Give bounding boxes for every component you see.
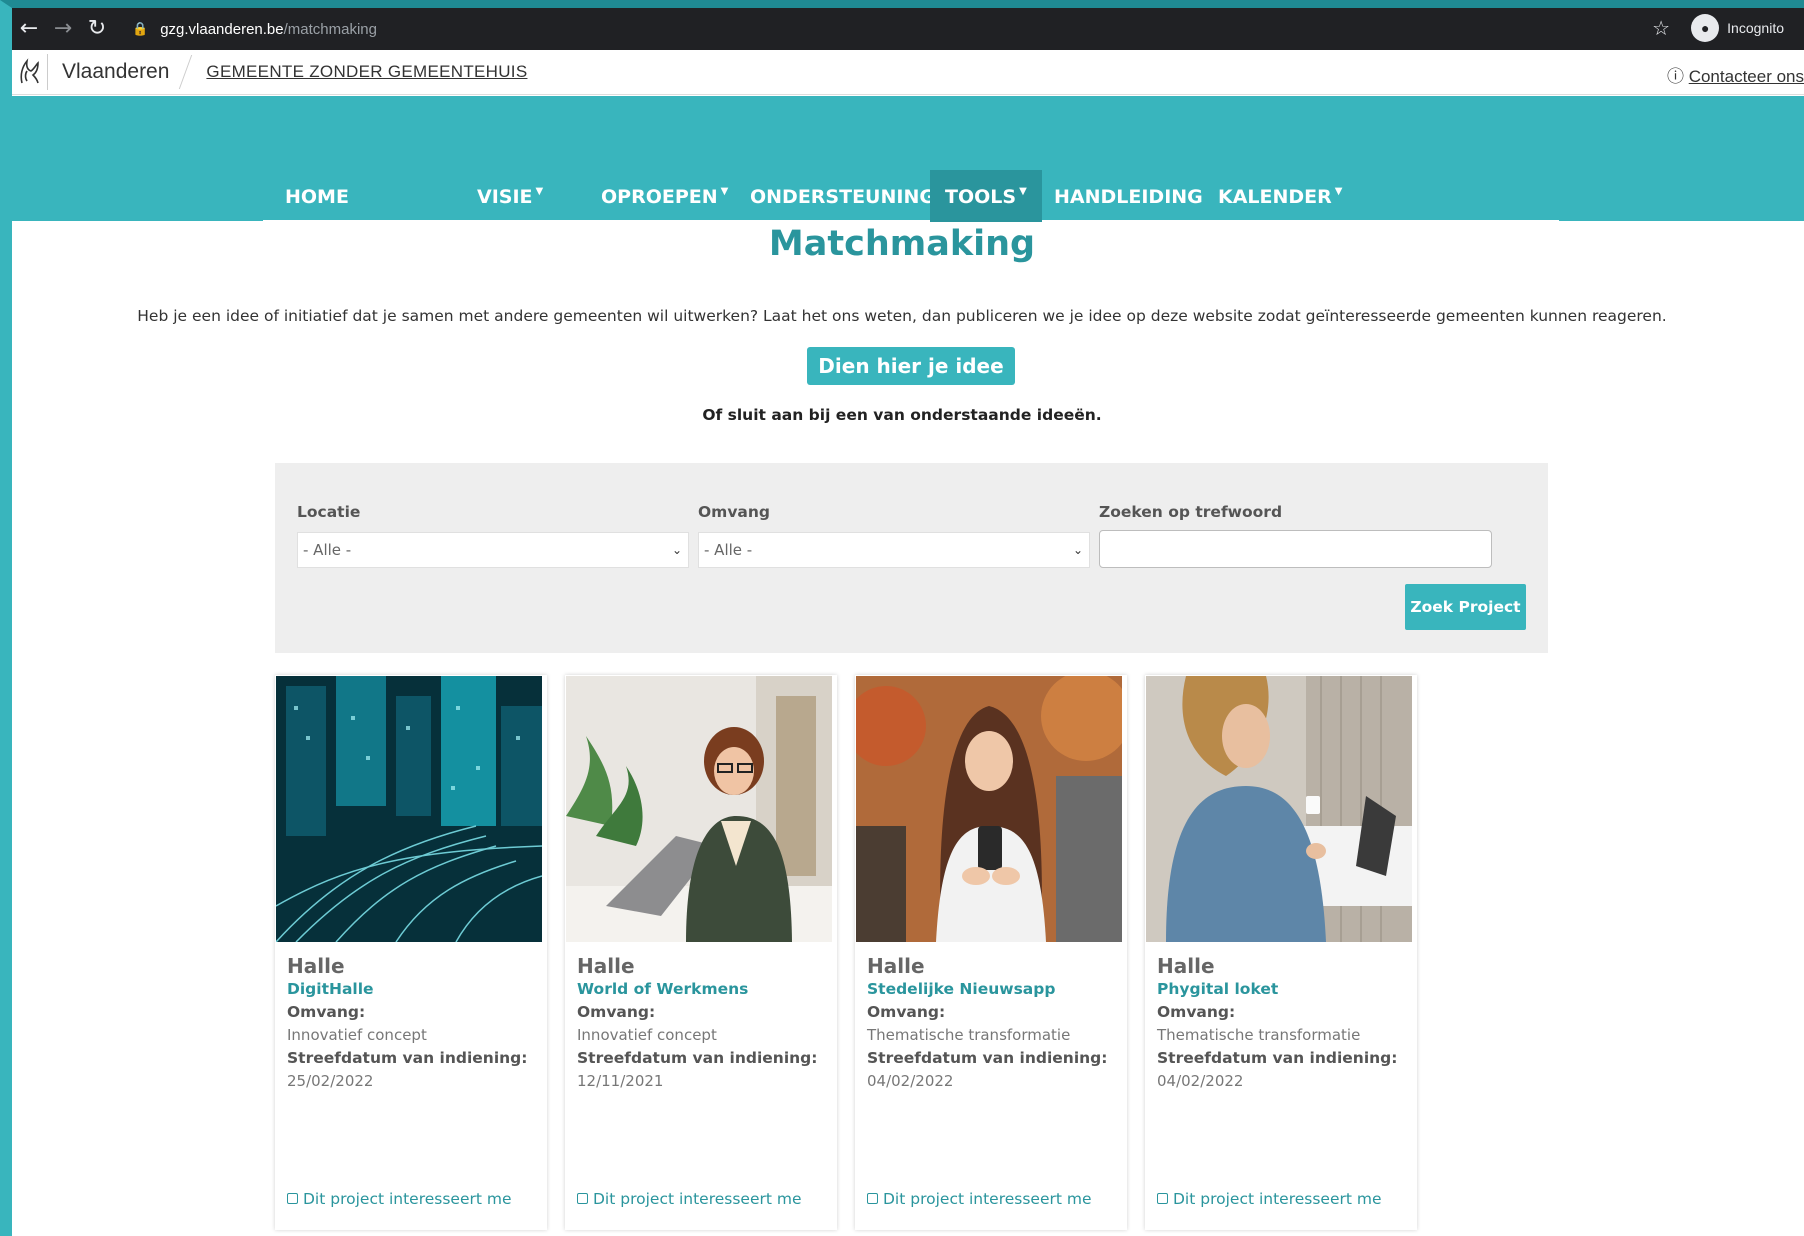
interest-label: Dit project interesseert me (593, 1190, 802, 1208)
checkbox-icon (577, 1193, 588, 1204)
nav-label: KALENDER (1218, 186, 1332, 208)
omvang-label: Omvang (698, 503, 771, 521)
caret-down-icon: ▼ (720, 186, 729, 197)
filter-panel: Locatie - Alle - ⌄ Omvang - Alle - ⌄ Zoe… (275, 463, 1548, 653)
checkbox-icon (287, 1193, 298, 1204)
caret-down-icon: ▼ (1334, 186, 1343, 197)
nav-item-handleiding[interactable]: HANDLEIDING (1039, 170, 1218, 222)
incognito-indicator[interactable]: ● Incognito (1691, 14, 1784, 42)
card-omvang-label: Omvang: (1157, 1003, 1236, 1021)
card-omvang-value: Thematische transformatie (1157, 1026, 1361, 1044)
card-omvang-value: Innovatief concept (287, 1026, 427, 1044)
nav-label: ONDERSTEUNING (750, 186, 935, 208)
nav-item-home[interactable]: HOME (270, 170, 364, 222)
card-project-link[interactable]: Stedelijke Nieuwsapp (867, 980, 1117, 998)
brand-name[interactable]: Vlaanderen (62, 60, 169, 84)
interest-label: Dit project interesseert me (1173, 1190, 1382, 1208)
interest-label: Dit project interesseert me (303, 1190, 512, 1208)
nav-item-tools[interactable]: TOOLS ▼ (930, 170, 1042, 222)
contact-label: Contacteer ons (1688, 67, 1804, 86)
incognito-label: Incognito (1727, 20, 1784, 36)
forward-icon[interactable]: → (46, 8, 80, 50)
card-deadline-label: Streefdatum van indiening: (867, 1049, 1108, 1067)
card-deadline-label: Streefdatum van indiening: (1157, 1049, 1398, 1067)
caret-down-icon: ▼ (1019, 186, 1027, 197)
interest-checkbox[interactable]: Dit project interesseert me (577, 1190, 802, 1208)
card-location: Halle (867, 954, 925, 978)
woman-phone-photo[interactable] (856, 676, 1122, 942)
card-omvang-label: Omvang: (287, 1003, 366, 1021)
nav-item-kalender[interactable]: KALENDER ▼ (1203, 170, 1358, 222)
project-card[interactable]: Halle World of Werkmens Omvang: Innovati… (565, 675, 837, 1230)
nav-label: HANDLEIDING (1054, 186, 1203, 208)
woman-laptop-cafe-photo[interactable] (1146, 676, 1412, 942)
project-card[interactable]: Halle DigitHalle Omvang: Innovatief conc… (275, 675, 547, 1230)
intro-text: Heb je een idee of initiatief dat je sam… (137, 307, 1667, 325)
url-path: /matchmaking (283, 20, 377, 38)
card-project-link[interactable]: Phygital loket (1157, 980, 1407, 998)
project-card[interactable]: Halle Stedelijke Nieuwsapp Omvang: Thema… (855, 675, 1127, 1230)
locatie-label: Locatie (297, 503, 361, 521)
nav-label: VISIE (477, 186, 533, 208)
nav-label: TOOLS (945, 186, 1017, 208)
header-divider (179, 55, 193, 89)
checkbox-icon (867, 1193, 878, 1204)
woman-laptop-photo[interactable] (566, 676, 832, 942)
nav-item-visie[interactable]: VISIE ▼ (462, 170, 558, 222)
card-deadline-label: Streefdatum van indiening: (577, 1049, 818, 1067)
card-location: Halle (1157, 954, 1215, 978)
browser-toolbar: ← → ↻ 🔒 gzg.vlaanderen.be/matchmaking ☆ … (12, 8, 1804, 50)
locatie-select[interactable]: - Alle - ⌄ (297, 532, 689, 568)
lock-icon: 🔒 (132, 21, 149, 37)
card-location: Halle (287, 954, 345, 978)
reload-icon[interactable]: ↻ (80, 8, 114, 50)
site-header: Vlaanderen GEMEENTE ZONDER GEMEENTEHUIS … (12, 50, 1804, 95)
card-deadline-value: 25/02/2022 (287, 1072, 374, 1090)
interest-checkbox[interactable]: Dit project interesseert me (867, 1190, 1092, 1208)
chevron-down-icon: ⌄ (1072, 543, 1083, 557)
card-omvang-value: Thematische transformatie (867, 1026, 1071, 1044)
locatie-value: - Alle - (303, 541, 352, 559)
card-location: Halle (577, 954, 635, 978)
card-omvang-value: Innovatief concept (577, 1026, 717, 1044)
bookmark-star-icon[interactable]: ☆ (1652, 16, 1670, 40)
nav-label: OPROEPEN (601, 186, 718, 208)
interest-checkbox[interactable]: Dit project interesseert me (1157, 1190, 1382, 1208)
contact-link[interactable]: ⓘ Contacteer ons (1667, 62, 1804, 87)
omvang-select[interactable]: - Alle - ⌄ (698, 532, 1090, 568)
subheading: Of sluit aan bij een van onderstaande id… (702, 406, 1102, 424)
back-icon[interactable]: ← (12, 8, 46, 50)
url-domain: gzg.vlaanderen.be (160, 20, 284, 38)
search-project-button[interactable]: Zoek Project (1405, 584, 1526, 630)
nav-item-ondersteuning[interactable]: ONDERSTEUNING (735, 170, 950, 222)
card-deadline-value: 04/02/2022 (867, 1072, 954, 1090)
interest-checkbox[interactable]: Dit project interesseert me (287, 1190, 512, 1208)
card-project-link[interactable]: World of Werkmens (577, 980, 827, 998)
omvang-value: - Alle - (704, 541, 753, 559)
card-deadline-label: Streefdatum van indiening: (287, 1049, 528, 1067)
search-label: Zoeken op trefwoord (1099, 503, 1283, 521)
card-omvang-label: Omvang: (577, 1003, 656, 1021)
caret-down-icon: ▼ (535, 186, 544, 197)
card-omvang-label: Omvang: (867, 1003, 946, 1021)
site-name-link[interactable]: GEMEENTE ZONDER GEMEENTEHUIS (206, 62, 527, 82)
project-card[interactable]: Halle Phygital loket Omvang: Thematische… (1145, 675, 1417, 1230)
nav-label: HOME (285, 186, 349, 208)
checkbox-icon (1157, 1193, 1168, 1204)
incognito-icon: ● (1691, 14, 1720, 42)
vlaanderen-lion-icon[interactable] (12, 54, 48, 90)
card-deadline-value: 04/02/2022 (1157, 1072, 1244, 1090)
card-project-link[interactable]: DigitHalle (287, 980, 537, 998)
submit-idea-button[interactable]: Dien hier je idee in (807, 347, 1015, 416)
chevron-down-icon: ⌄ (671, 543, 682, 557)
interest-label: Dit project interesseert me (883, 1190, 1092, 1208)
card-deadline-value: 12/11/2021 (577, 1072, 664, 1090)
page-title: Matchmaking (768, 224, 1036, 264)
nav-item-oproepen[interactable]: OPROEPEN ▼ (586, 170, 743, 222)
address-bar[interactable]: gzg.vlaanderen.be/matchmaking (160, 21, 377, 38)
main-nav: HOME VISIE ▼ OPROEPEN ▼ ONDERSTEUNING TOOL… (263, 170, 1559, 222)
search-input[interactable] (1099, 530, 1492, 568)
help-circle-icon: ⓘ (1666, 67, 1689, 86)
city-lights-photo[interactable] (276, 676, 542, 942)
